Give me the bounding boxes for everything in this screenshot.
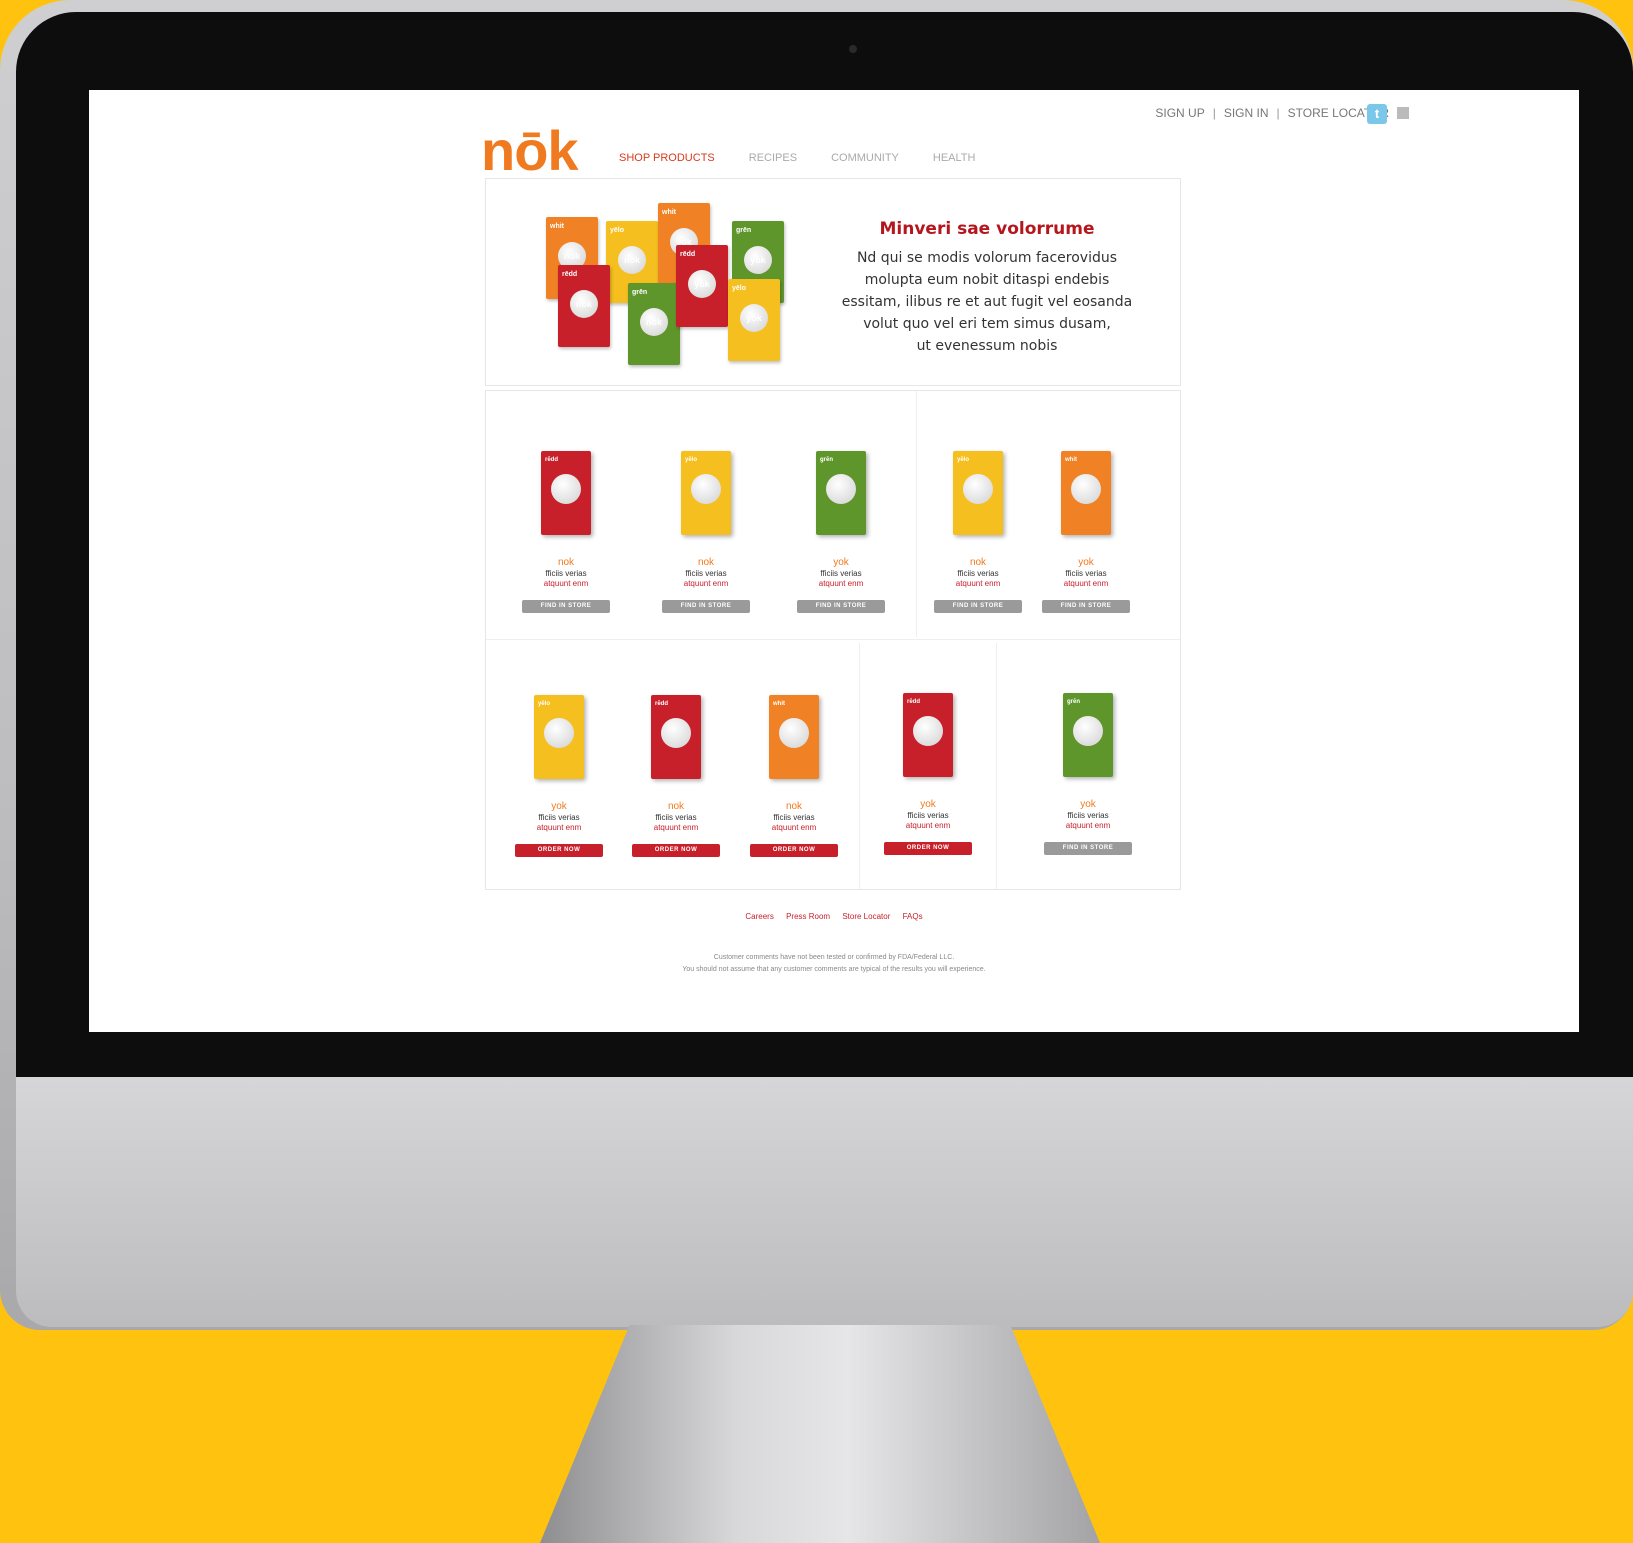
product-card[interactable]: yēlo nok fficiis verias atquunt enm FIND…: [918, 451, 1038, 613]
product-line: atquunt enm: [905, 821, 951, 830]
product-card[interactable]: rēdd nok fficiis verias atquunt enm ORDE…: [616, 695, 736, 857]
order-now-button[interactable]: ORDER NOW: [884, 842, 972, 855]
product-card[interactable]: yēlo nok fficiis verias atquunt enm FIND…: [646, 451, 766, 613]
product-name[interactable]: nok: [918, 557, 1038, 568]
product-name[interactable]: nok: [646, 557, 766, 568]
product-image[interactable]: whit: [769, 695, 819, 779]
product-line: fficiis verias: [1065, 569, 1107, 578]
product-name[interactable]: yok: [1028, 799, 1148, 810]
product-image[interactable]: grēn: [1063, 693, 1113, 777]
hero-banner: whit nōk yēlo nōk whit yōk grēn yōk rēdd nōk …: [485, 178, 1181, 386]
product-line: fficiis verias: [538, 813, 580, 822]
find-in-store-button[interactable]: FIND IN STORE: [1044, 842, 1132, 855]
nav-health[interactable]: HEALTH: [933, 152, 976, 164]
hero-title: Minveri sae volorrume: [879, 219, 1095, 239]
separator: |: [1276, 106, 1280, 120]
footer-link-press-room[interactable]: Press Room: [786, 912, 830, 921]
monitor-chin: [16, 1077, 1633, 1327]
product-line: fficiis verias: [1067, 811, 1109, 820]
footer-link-careers[interactable]: Careers: [745, 912, 773, 921]
product-card[interactable]: rēdd yok fficiis verias atquunt enm ORDE…: [868, 693, 988, 855]
monitor-stand: [540, 1325, 1100, 1543]
product-name[interactable]: yok: [499, 801, 619, 812]
product-card[interactable]: rēdd nok fficiis verias atquunt enm FIND…: [506, 451, 626, 613]
screen: nōk SIGN UP | SIGN IN | STORE LOCATOR t …: [89, 90, 1579, 1032]
product-name[interactable]: yok: [781, 557, 901, 568]
footer-links: Careers Press Room Store Locator FAQs: [89, 912, 1579, 921]
disclaimer: Customer comments have not been tested o…: [682, 954, 986, 973]
product-card[interactable]: whit nok fficiis verias atquunt enm ORDE…: [734, 695, 854, 857]
hero-product-image: whit nōk yēlo nōk whit yōk grēn yōk rēdd nōk …: [536, 191, 796, 375]
product-image[interactable]: whit: [1061, 451, 1111, 535]
product-card[interactable]: whit yok fficiis verias atquunt enm FIND…: [1026, 451, 1146, 613]
product-pack: grēn nōk: [628, 283, 680, 365]
product-line: fficiis verias: [655, 813, 697, 822]
find-in-store-button[interactable]: FIND IN STORE: [1042, 600, 1130, 613]
product-image[interactable]: yēlo: [534, 695, 584, 779]
product-name[interactable]: nok: [506, 557, 626, 568]
nav-community[interactable]: COMMUNITY: [831, 152, 899, 164]
dropdown-icon[interactable]: [1397, 107, 1409, 119]
product-line: atquunt enm: [653, 823, 699, 832]
product-line: fficiis verias: [773, 813, 815, 822]
twitter-icon[interactable]: t: [1367, 104, 1387, 124]
camera-icon: [849, 45, 857, 53]
sign-in-link[interactable]: SIGN IN: [1224, 106, 1269, 120]
find-in-store-button[interactable]: FIND IN STORE: [797, 600, 885, 613]
product-image[interactable]: rēdd: [651, 695, 701, 779]
product-line: fficiis verias: [820, 569, 862, 578]
nav-recipes[interactable]: RECIPES: [749, 152, 797, 164]
find-in-store-button[interactable]: FIND IN STORE: [522, 600, 610, 613]
product-name[interactable]: yok: [1026, 557, 1146, 568]
nav-shop-products[interactable]: SHOP PRODUCTS: [619, 152, 715, 164]
find-in-store-button[interactable]: FIND IN STORE: [662, 600, 750, 613]
product-line: fficiis verias: [907, 811, 949, 820]
web-page: nōk SIGN UP | SIGN IN | STORE LOCATOR t …: [89, 90, 1579, 1032]
product-pack: rēdd yōk: [676, 245, 728, 327]
product-image[interactable]: yēlo: [681, 451, 731, 535]
main-nav: SHOP PRODUCTS RECIPES COMMUNITY HEALTH: [619, 152, 975, 164]
product-image[interactable]: rēdd: [541, 451, 591, 535]
product-line: atquunt enm: [818, 579, 864, 588]
product-line: atquunt enm: [955, 579, 1001, 588]
product-pack: yēlo yōk: [728, 279, 780, 361]
order-now-button[interactable]: ORDER NOW: [750, 844, 838, 857]
product-line: atquunt enm: [536, 823, 582, 832]
product-grid: rēdd nok fficiis verias atquunt enm FIND…: [485, 390, 1181, 890]
product-line: fficiis verias: [545, 569, 587, 578]
product-name[interactable]: nok: [734, 801, 854, 812]
hero-body: Nd qui se modis volorum facerovidus molu…: [841, 250, 1133, 354]
product-pack: rēdd nōk: [558, 265, 610, 347]
sign-up-link[interactable]: SIGN UP: [1155, 106, 1204, 120]
product-line: fficiis verias: [685, 569, 727, 578]
product-line: atquunt enm: [1063, 579, 1109, 588]
find-in-store-button[interactable]: FIND IN STORE: [934, 600, 1022, 613]
product-card[interactable]: grēn yok fficiis verias atquunt enm FIND…: [1028, 693, 1148, 855]
product-card[interactable]: yēlo yok fficiis verias atquunt enm ORDE…: [499, 695, 619, 857]
product-line: atquunt enm: [543, 579, 589, 588]
order-now-button[interactable]: ORDER NOW: [515, 844, 603, 857]
product-image[interactable]: yēlo: [953, 451, 1003, 535]
product-line: fficiis verias: [957, 569, 999, 578]
product-line: atquunt enm: [1065, 821, 1111, 830]
hero-text: Minveri sae volorrume Nd qui se modis vo…: [832, 219, 1142, 357]
footer-link-store-locator[interactable]: Store Locator: [842, 912, 890, 921]
footer-link-faqs[interactable]: FAQs: [903, 912, 923, 921]
product-name[interactable]: yok: [868, 799, 988, 810]
product-name[interactable]: nok: [616, 801, 736, 812]
product-card[interactable]: grēn yok fficiis verias atquunt enm FIND…: [781, 451, 901, 613]
separator: |: [1212, 106, 1216, 120]
site-logo[interactable]: nōk: [481, 118, 579, 183]
product-line: atquunt enm: [683, 579, 729, 588]
product-line: atquunt enm: [771, 823, 817, 832]
order-now-button[interactable]: ORDER NOW: [632, 844, 720, 857]
product-image[interactable]: rēdd: [903, 693, 953, 777]
product-image[interactable]: grēn: [816, 451, 866, 535]
